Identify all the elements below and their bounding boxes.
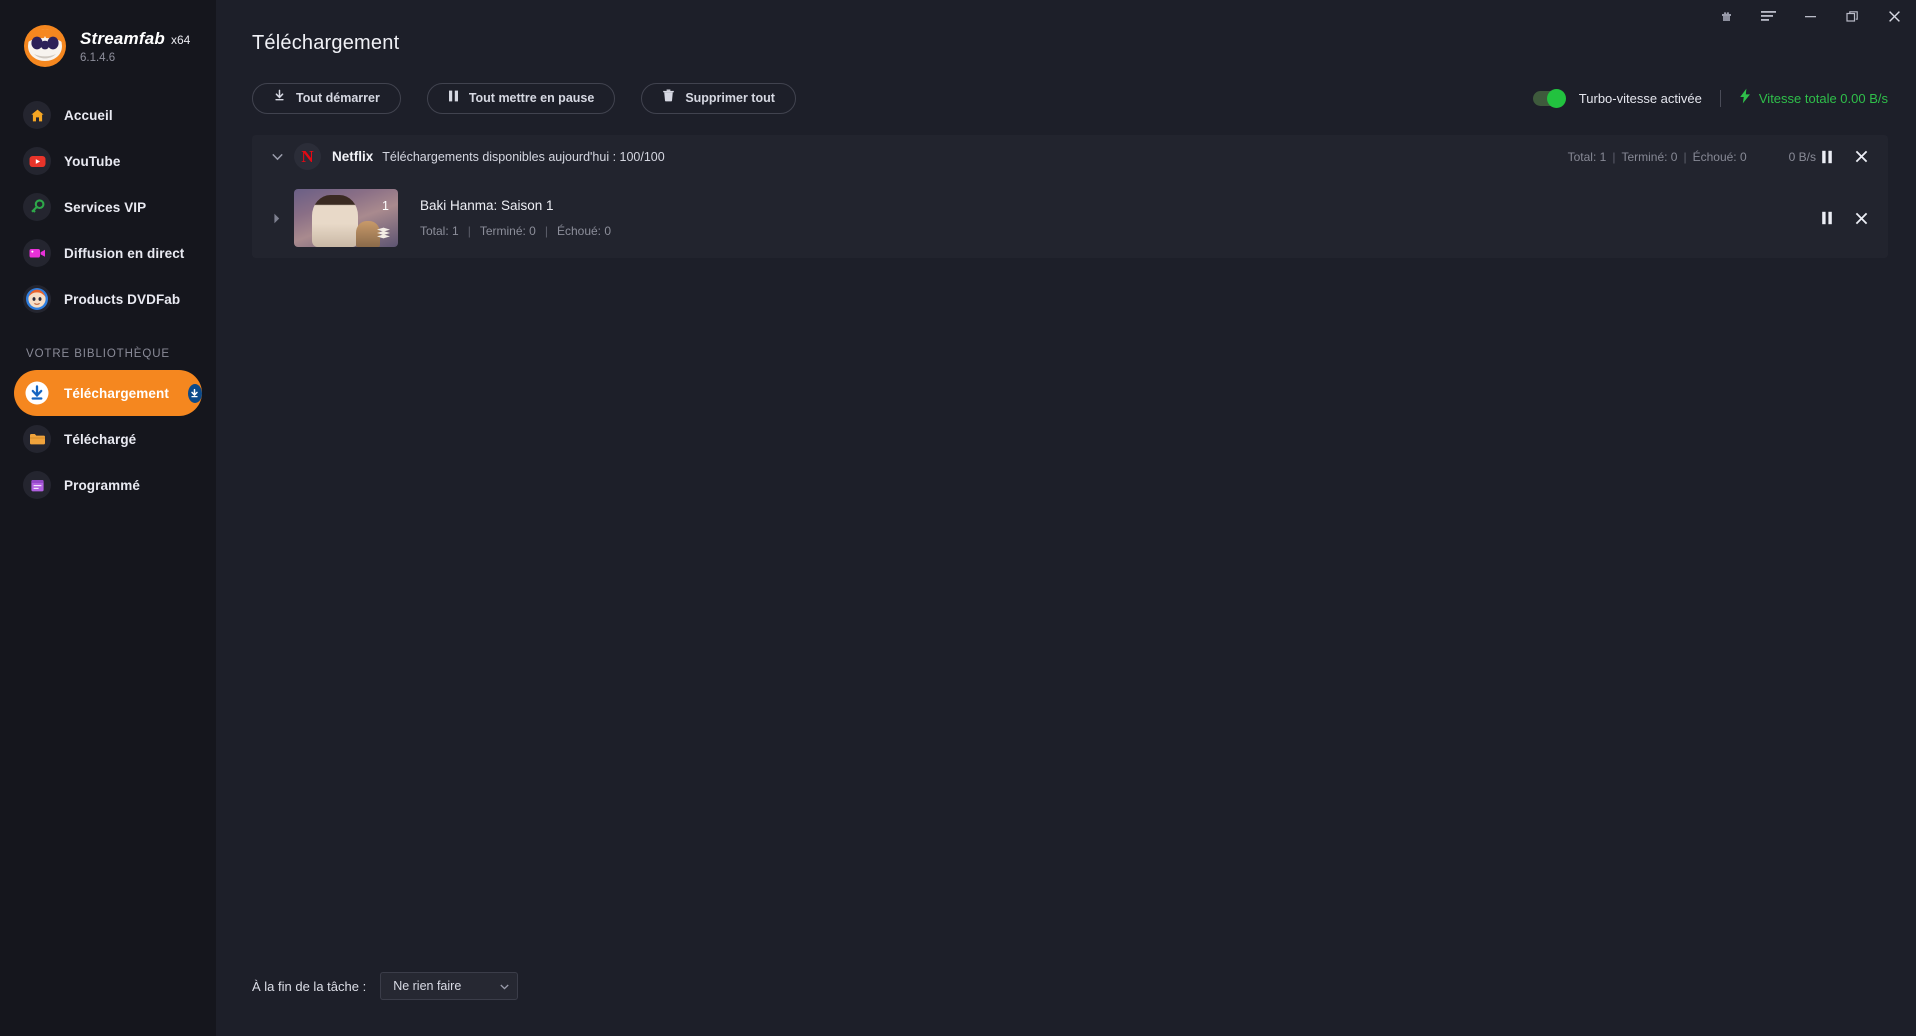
sidebar-section-label: VOTRE BIBLIOTHÈQUE [26, 348, 171, 360]
group-name: Netflix [332, 149, 374, 164]
task-title: Baki Hanma: Saison 1 [420, 198, 554, 213]
toolbar-right: Turbo-vitesse activée Vitesse totale 0.0… [1532, 88, 1888, 109]
sidebar-item-label: Accueil [64, 107, 113, 123]
divider: | [544, 224, 548, 238]
task-stats: Total: 1 | Terminé: 0 | Échoué: 0 [420, 224, 611, 238]
turbo-speed-toggle[interactable] [1532, 88, 1566, 108]
gift-icon[interactable] [1716, 6, 1736, 26]
stat-total: Total: 1 [1567, 149, 1607, 164]
group-subtitle: Téléchargements disponibles aujourd'hui … [382, 149, 665, 164]
task-pause-button[interactable] [1816, 207, 1838, 229]
sidebar-item-programme[interactable]: Programmé [14, 462, 202, 508]
home-icon [23, 101, 51, 129]
toolbar: Tout démarrer Tout mettre en pause Suppr… [216, 55, 1916, 117]
group-stats: Total: 1 | Terminé: 0 | Échoué: 0 0 B/s [1568, 146, 1872, 168]
sidebar-item-label: Services VIP [64, 199, 147, 215]
youtube-icon [23, 147, 51, 175]
sidebar-item-label: Diffusion en direct [64, 245, 185, 261]
stat-finished: Terminé: 0 [479, 224, 536, 238]
group-close-button[interactable] [1850, 146, 1872, 168]
divider: | [1683, 149, 1687, 164]
start-all-button[interactable]: Tout démarrer [252, 82, 401, 114]
thumbnail-figure [312, 195, 358, 247]
pause-all-label: Tout mettre en pause [468, 91, 595, 105]
brand-arch: x64 [170, 32, 191, 47]
delete-all-button[interactable]: Supprimer tout [641, 82, 796, 114]
restore-icon[interactable] [1842, 6, 1862, 26]
task-info: Baki Hanma: Saison 1 Total: 1 | Terminé:… [420, 198, 611, 238]
sidebar-item-telechargement[interactable]: Téléchargement [14, 370, 202, 416]
task-close-button[interactable] [1850, 207, 1872, 229]
close-icon[interactable] [1884, 6, 1904, 26]
group-speed: 0 B/s [1788, 149, 1816, 164]
sidebar-item-products-dvdfab[interactable]: Products DVDFab [14, 276, 202, 322]
task-end-action-value: Ne rien faire [393, 979, 462, 993]
sidebar-item-label: Programmé [64, 477, 140, 493]
group-pause-button[interactable] [1816, 146, 1838, 168]
task-end-action-select[interactable]: Ne rien faire [380, 972, 519, 1000]
calendar-icon [23, 471, 51, 499]
folder-icon [23, 425, 51, 453]
sidebar-item-services-vip[interactable]: Services VIP [14, 184, 202, 230]
chevron-down-icon[interactable] [270, 150, 284, 164]
netflix-logo-letter: N [301, 147, 314, 166]
divider [1719, 89, 1721, 107]
video-camera-icon [23, 239, 51, 267]
sidebar-item-label: Téléchargement [64, 385, 169, 401]
task-end-action-label: À la fin de la tâche : [252, 978, 367, 994]
turbo-speed-label: Turbo-vitesse activée [1578, 90, 1702, 106]
group-header: N Netflix Téléchargements disponibles au… [252, 135, 1888, 178]
dvdfab-mascot-icon [23, 285, 51, 313]
chevron-down-icon [500, 977, 509, 995]
sidebar: Streamfab x64 6.1.4.6 Accueil YouTube Se… [0, 0, 216, 1036]
app-window: Streamfab x64 6.1.4.6 Accueil YouTube Se… [0, 0, 1916, 1036]
brand-version: 6.1.4.6 [80, 51, 116, 64]
lightning-bolt-icon [1739, 88, 1751, 109]
trash-icon [662, 89, 675, 107]
chevron-right-icon[interactable] [270, 213, 284, 224]
minimize-icon[interactable] [1800, 6, 1820, 26]
pause-icon [448, 89, 459, 107]
task-actions [1816, 207, 1872, 229]
download-list: N Netflix Téléchargements disponibles au… [252, 135, 1888, 258]
total-speed: Vitesse totale 0.00 B/s [1739, 88, 1888, 109]
delete-all-label: Supprimer tout [685, 91, 775, 105]
divider: | [467, 224, 471, 238]
baki-hanma-thumbnail: 1 [294, 189, 398, 247]
menu-icon[interactable] [1758, 6, 1778, 26]
pause-all-button[interactable]: Tout mettre en pause [426, 82, 616, 114]
main-content: Téléchargement Tout démarrer Tout mettre… [216, 0, 1916, 1036]
total-speed-label: Vitesse totale 0.00 B/s [1758, 90, 1888, 106]
sidebar-item-label: Products DVDFab [64, 291, 181, 307]
sidebar-item-telecharge[interactable]: Téléchargé [14, 416, 202, 462]
sidebar-item-diffusion-en-direct[interactable]: Diffusion en direct [14, 230, 202, 276]
sidebar-nav: Accueil YouTube Services VIP Diffusion e… [0, 92, 216, 508]
sidebar-item-youtube[interactable]: YouTube [14, 138, 202, 184]
stacked-layers-icon [376, 226, 391, 239]
stat-failed: Échoué: 0 [556, 224, 612, 238]
footer: À la fin de la tâche : Ne rien faire [216, 972, 1916, 1036]
netflix-logo-icon: N [294, 143, 321, 170]
download-circle-icon [23, 379, 51, 407]
title-bar [0, 0, 1916, 32]
task-row[interactable]: 1 Baki Hanma: Saison 1 Total: 1 | Termin… [252, 178, 1888, 258]
episode-count: 1 [382, 199, 389, 213]
sidebar-item-label: YouTube [64, 153, 121, 169]
start-all-label: Tout démarrer [296, 91, 380, 105]
download-group-netflix: N Netflix Téléchargements disponibles au… [252, 135, 1888, 258]
stat-failed: Échoué: 0 [1692, 149, 1747, 164]
download-arrow-icon [273, 89, 286, 107]
toggle-knob [1546, 88, 1566, 108]
sidebar-item-label: Téléchargé [64, 431, 137, 447]
sidebar-item-accueil[interactable]: Accueil [14, 92, 202, 138]
divider: | [1612, 149, 1616, 164]
download-badge-icon [187, 383, 202, 403]
stat-finished: Terminé: 0 [1621, 149, 1678, 164]
stat-total: Total: 1 [420, 224, 459, 238]
key-icon [23, 193, 51, 221]
